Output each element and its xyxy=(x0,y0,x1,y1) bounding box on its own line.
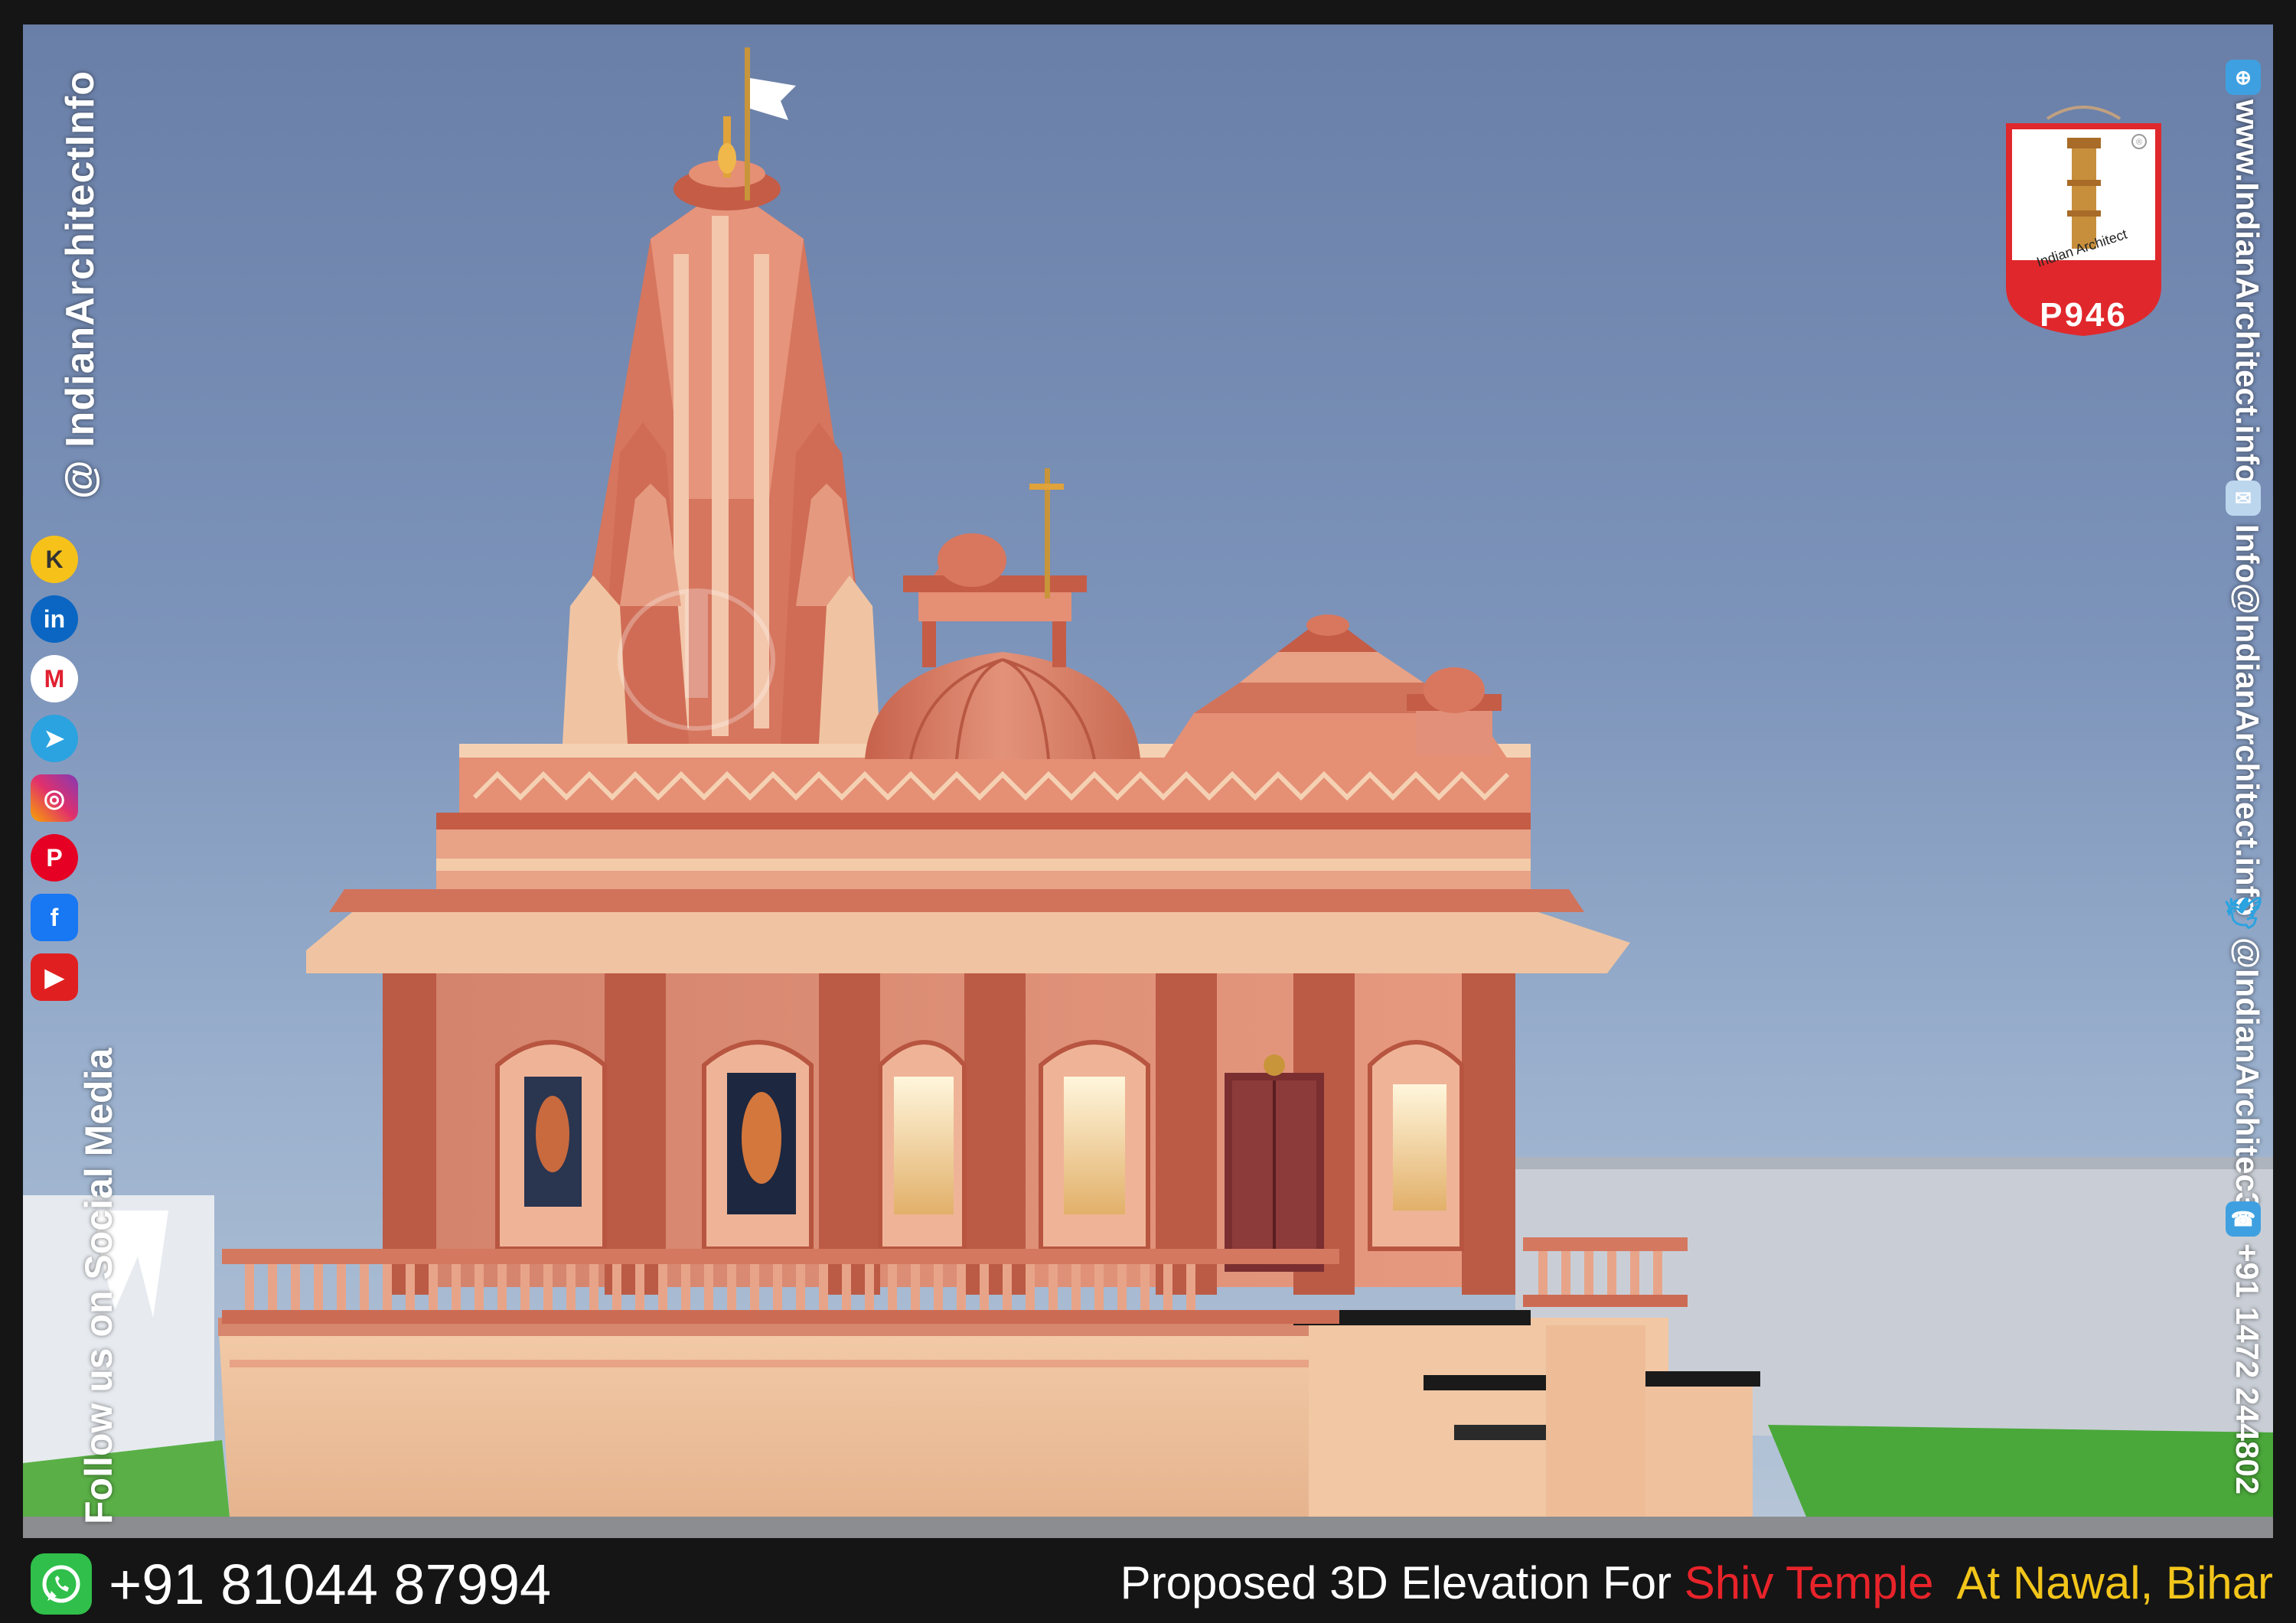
caption-location: At Nawal, Bihar xyxy=(1933,1557,2273,1608)
follow-us-text: Follow us on Social Media xyxy=(77,1048,120,1524)
project-caption: Proposed 3D Elevation For Shiv Temple At… xyxy=(1120,1556,2273,1609)
indian-architect-logo: ® Indian Architect P946 xyxy=(2001,96,2166,352)
svg-text:®: ® xyxy=(2136,138,2142,147)
caption-temple-name: Shiv Temple xyxy=(1684,1557,1934,1608)
twitter-icon: 🕊 xyxy=(2223,896,2263,930)
instagram-icon[interactable]: ◎ xyxy=(31,774,78,822)
whatsapp-number[interactable]: +91 81044 87994 xyxy=(109,1552,551,1617)
moj-icon[interactable]: M xyxy=(31,655,78,702)
email-icon: ✉ xyxy=(2226,481,2261,516)
temple-illustration xyxy=(23,47,2273,1538)
whatsapp-icon[interactable] xyxy=(31,1553,92,1615)
caption-prefix: Proposed 3D Elevation For xyxy=(1120,1557,1684,1608)
telegram-icon[interactable]: ➤ xyxy=(31,715,78,762)
koo-icon[interactable]: K xyxy=(31,536,78,583)
pinterest-icon[interactable]: P xyxy=(31,834,78,882)
globe-icon: ⊕ xyxy=(2226,60,2261,95)
website-text[interactable]: www.IndianArchitect.info xyxy=(2229,99,2265,484)
twitter-handle[interactable]: @IndianArchitec3 xyxy=(2229,937,2265,1210)
social-handle: @ IndianArchitectInfo xyxy=(58,70,103,499)
facebook-icon[interactable]: f xyxy=(31,894,78,941)
youtube-icon[interactable]: ▶ xyxy=(31,953,78,1001)
phone-icon: ☎ xyxy=(2226,1201,2261,1237)
linkedin-icon[interactable]: in xyxy=(31,595,78,643)
project-code: P946 xyxy=(2040,296,2128,334)
contact-phone[interactable]: +91 1472 244802 xyxy=(2229,1243,2265,1494)
social-sidebar: @ IndianArchitectInfo ▶ f P ◎ ➤ M in K F… xyxy=(0,24,120,1538)
email-text[interactable]: Info@IndianArchitect.info xyxy=(2229,524,2265,916)
footer-bar: +91 81044 87994 Proposed 3D Elevation Fo… xyxy=(0,1538,2296,1623)
temple-render xyxy=(23,24,2273,1538)
